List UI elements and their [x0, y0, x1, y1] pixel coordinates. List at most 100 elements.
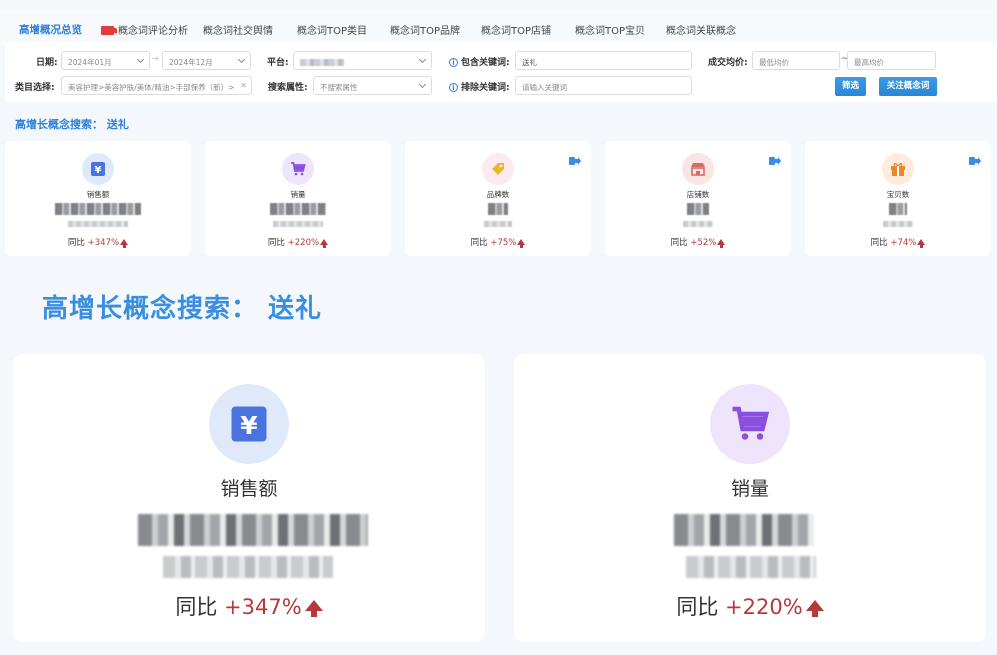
- tab-social-sentiment[interactable]: 概念词社交舆情: [203, 22, 273, 37]
- metric-card-store-count: 店铺数 同比 +52%: [605, 141, 791, 256]
- arrow-up-icon: [304, 600, 323, 617]
- arrow-up-icon: [120, 239, 129, 248]
- metric-value-redacted: [270, 203, 326, 215]
- yen-icon: ¥: [82, 153, 114, 185]
- include-keyword-label: i 包含关键词:: [449, 55, 510, 68]
- store-icon: [682, 153, 714, 185]
- platform-label: 平台:: [267, 58, 289, 68]
- tab-label: 概念词评论分析: [118, 26, 188, 37]
- tab-top-brand[interactable]: 概念词TOP品牌: [390, 22, 460, 37]
- metric-subvalue-redacted: [68, 221, 128, 227]
- export-icon[interactable]: [769, 156, 781, 166]
- search-attr-select[interactable]: 不搜索属性: [313, 76, 432, 95]
- yoy-change: 同比 +75%: [405, 236, 591, 248]
- follow-concept-button[interactable]: 关注概念词: [879, 77, 937, 96]
- arrow-up-icon: [320, 239, 329, 248]
- category-label: 类目选择:: [15, 83, 55, 93]
- hot-badge-icon: [101, 26, 114, 35]
- metric-subvalue-redacted: [273, 221, 323, 227]
- category-value: 美容护理>美容护肤/美体/精油>手部保养（新）>: [68, 83, 235, 92]
- chevron-down-icon: [418, 80, 427, 89]
- metric-title: 销量: [730, 478, 769, 500]
- yoy-change: 同比 +347%: [5, 236, 191, 248]
- tab-bar: 高增概况总览 概念词评论分析 概念词社交舆情 概念词TOP类目 概念词TOP品牌…: [0, 10, 997, 46]
- category-select[interactable]: 美容护理>美容护肤/美体/精油>手部保养（新）> ✕: [61, 76, 252, 95]
- filter-button[interactable]: 筛选: [835, 77, 866, 96]
- date-separator: →: [152, 54, 159, 63]
- metric-title: 销售额: [86, 190, 110, 199]
- exclude-keyword-text: 排除关键词:: [461, 83, 510, 93]
- arrow-up-icon: [517, 239, 526, 248]
- metric-value-redacted: [138, 514, 368, 546]
- date-end-select[interactable]: 2024年12月: [162, 51, 251, 70]
- cart-icon: [282, 153, 314, 185]
- yoy-change: 同比 +347%: [13, 591, 485, 621]
- metric-subvalue-redacted: [686, 556, 816, 578]
- date-start-value: 2024年01月: [68, 58, 112, 67]
- tab-top-category[interactable]: 概念词TOP类目: [297, 22, 367, 37]
- date-end-value: 2024年12月: [169, 58, 213, 67]
- price-min-input[interactable]: 最低均价: [752, 51, 840, 70]
- platform-select[interactable]: [293, 51, 432, 70]
- metric-title: 销量: [290, 190, 306, 199]
- metric-card-sales-volume: 销量 同比 +220%: [205, 141, 391, 256]
- metric-subvalue-redacted: [484, 221, 512, 227]
- section-title-small: 高增长概念搜索： 送礼: [15, 118, 129, 131]
- exclude-keyword-label: i 排除关键词:: [449, 80, 510, 93]
- yen-icon: ¥: [209, 384, 289, 464]
- date-start-select[interactable]: 2024年01月: [61, 51, 150, 70]
- gift-icon: [882, 153, 914, 185]
- tab-comment-analysis[interactable]: 概念词评论分析: [101, 22, 188, 37]
- search-attr-label: 搜索属性:: [268, 83, 308, 93]
- arrow-up-icon: [805, 600, 824, 617]
- include-keyword-input[interactable]: 送礼: [515, 51, 692, 70]
- price-max-input[interactable]: 最高均价: [847, 51, 936, 70]
- info-icon: i: [449, 83, 458, 92]
- tab-top-item[interactable]: 概念词TOP宝贝: [575, 22, 645, 37]
- section-title-large: 高增长概念搜索： 送礼: [42, 294, 323, 324]
- metric-value-redacted: [889, 203, 907, 215]
- clear-icon[interactable]: ✕: [238, 81, 247, 90]
- metric-subvalue-redacted: [683, 221, 713, 227]
- metric-card-large-sales-volume: 销量 同比 +220%: [514, 354, 986, 642]
- metric-title: 店铺数: [686, 190, 710, 199]
- exclude-keyword-input[interactable]: 请输入关键词: [515, 76, 692, 95]
- cart-icon: [710, 384, 790, 464]
- yoy-change: 同比 +220%: [514, 591, 986, 621]
- yoy-change: 同比 +52%: [605, 236, 791, 248]
- arrow-up-icon: [917, 239, 926, 248]
- export-icon[interactable]: [969, 156, 981, 166]
- svg-text:¥: ¥: [240, 411, 258, 440]
- metric-value-redacted: [687, 203, 709, 215]
- metric-value-redacted: [55, 203, 141, 215]
- yoy-change: 同比 +74%: [805, 236, 991, 248]
- metric-card-large-sales-amount: ¥ 销售额 同比 +347%: [13, 354, 485, 642]
- metric-card-brand-count: 品牌数 同比 +75%: [405, 141, 591, 256]
- include-keyword-text: 包含关键词:: [461, 58, 510, 68]
- price-label: 成交均价:: [708, 58, 748, 68]
- metric-title: 品牌数: [486, 190, 510, 199]
- metric-subvalue-redacted: [883, 221, 913, 227]
- metric-value-redacted: [488, 203, 508, 215]
- tab-related-concept[interactable]: 概念词关联概念: [666, 22, 736, 37]
- platform-value-redacted: [300, 58, 344, 66]
- filter-panel: 日期: 2024年01月 → 2024年12月 平台: i 包含关键词: 送礼 成…: [5, 42, 997, 102]
- metric-title: 宝贝数: [886, 190, 910, 199]
- chevron-down-icon: [237, 55, 246, 64]
- tab-top-store[interactable]: 概念词TOP店铺: [481, 22, 551, 37]
- metric-subvalue-redacted: [163, 556, 333, 578]
- arrow-up-icon: [717, 239, 726, 248]
- search-attr-value: 不搜索属性: [320, 83, 358, 92]
- chevron-down-icon: [136, 55, 145, 64]
- yoy-change: 同比 +220%: [205, 236, 391, 248]
- date-label: 日期:: [36, 58, 58, 68]
- metric-value-redacted: [674, 514, 814, 546]
- metric-card-sales-amount: ¥ 销售额 同比 +347%: [5, 141, 191, 256]
- export-icon[interactable]: [569, 156, 581, 166]
- tab-overview[interactable]: 高增概况总览: [19, 22, 82, 37]
- info-icon: i: [449, 58, 458, 67]
- metric-card-item-count: 宝贝数 同比 +74%: [805, 141, 991, 256]
- chevron-down-icon: [418, 55, 427, 64]
- svg-text:¥: ¥: [95, 165, 102, 176]
- tag-icon: [482, 153, 514, 185]
